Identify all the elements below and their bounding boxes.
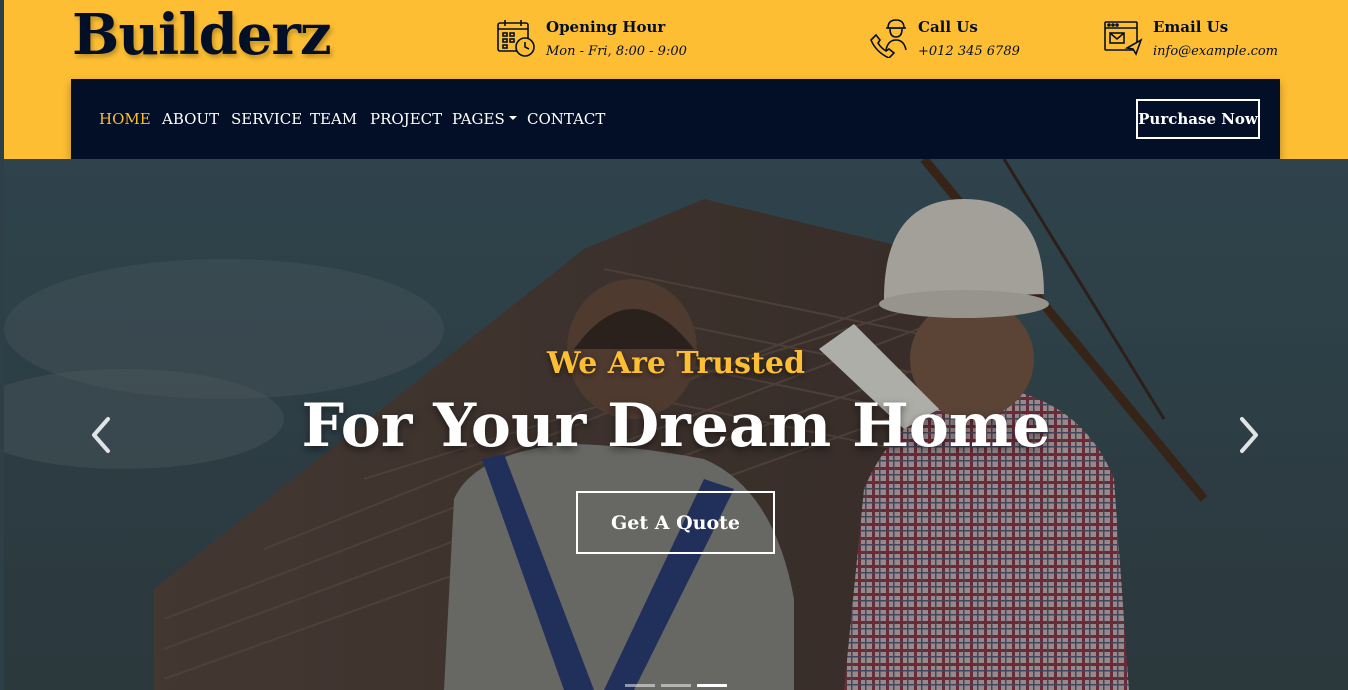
nav-project[interactable]: PROJECT	[370, 110, 442, 128]
nav-pages-label: PAGES	[452, 110, 505, 128]
get-quote-button[interactable]: Get A Quote	[576, 491, 775, 554]
mail-window-icon	[1104, 21, 1143, 56]
call-us-title: Call Us	[918, 18, 978, 36]
nav-service[interactable]: SERVICE	[231, 110, 302, 128]
carousel-indicator-2[interactable]	[661, 684, 691, 687]
hero-subtitle: We Are Trusted	[547, 346, 805, 381]
call-us-phone[interactable]: +012 345 6789	[918, 44, 1020, 59]
nav-home[interactable]: HOME	[99, 110, 151, 128]
carousel-indicator-3[interactable]	[697, 684, 727, 687]
opening-hours-title: Opening Hour	[546, 18, 666, 36]
nav-team[interactable]: TEAM	[310, 110, 357, 128]
purchase-now-button[interactable]: Purchase Now	[1136, 99, 1260, 139]
email-us-address[interactable]: info@example.com	[1153, 44, 1278, 59]
caret-down-icon	[508, 116, 517, 120]
hero-carousel: We Are Trusted For Your Dream Home Get A…	[4, 159, 1348, 690]
main-navbar: HOME ABOUT SERVICE TEAM PROJECT PAGES CO…	[71, 79, 1280, 159]
opening-hours-detail: Mon - Fri, 8:00 - 9:00	[546, 44, 687, 59]
carousel-prev-arrow-icon[interactable]	[86, 411, 116, 459]
worker-phone-icon	[870, 19, 907, 58]
carousel-indicators	[625, 684, 735, 688]
nav-pages-dropdown[interactable]: PAGES	[452, 110, 517, 128]
email-us-title: Email Us	[1153, 18, 1229, 36]
site-logo[interactable]: Builderz	[72, 2, 332, 68]
carousel-indicator-1[interactable]	[625, 684, 655, 687]
nav-about[interactable]: ABOUT	[162, 110, 219, 128]
nav-contact[interactable]: CONTACT	[527, 110, 605, 128]
hero-title: For Your Dream Home	[301, 391, 1051, 461]
calendar-clock-icon	[497, 20, 535, 57]
carousel-next-arrow-icon[interactable]	[1234, 411, 1264, 459]
